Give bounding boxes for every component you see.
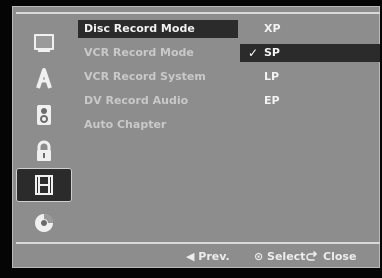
menu-item-vcr-record-system[interactable]: VCR Record System (78, 68, 238, 86)
sidebar-item-monitor[interactable] (16, 26, 72, 60)
close-label: Close (323, 250, 357, 263)
menu-item-disc-record-mode[interactable]: Disc Record Mode (78, 20, 238, 38)
disc-record-mode-options: XP ✓ SP LP EP (240, 18, 380, 242)
option-label: EP (264, 94, 280, 107)
menu-item-auto-chapter[interactable]: Auto Chapter (78, 116, 238, 134)
close-return-icon (306, 251, 317, 261)
option-label: LP (264, 70, 280, 83)
sidebar-item-disc[interactable] (16, 206, 72, 240)
sidebar (16, 18, 74, 240)
speaker-icon (37, 105, 51, 125)
bottom-divider (16, 242, 380, 244)
menu-item-vcr-record-mode[interactable]: VCR Record Mode (78, 44, 238, 62)
film-icon (35, 175, 53, 195)
disc-icon (35, 214, 53, 232)
sidebar-item-audio[interactable] (16, 98, 72, 132)
menu-item-dv-record-audio[interactable]: DV Record Audio (78, 92, 238, 110)
option-label: XP (264, 22, 281, 35)
sidebar-item-film[interactable] (16, 168, 72, 202)
top-divider (16, 12, 380, 14)
record-settings-menu: Disc Record Mode VCR Record Mode VCR Rec… (78, 18, 238, 242)
select-control[interactable]: ⊙ Select (254, 248, 305, 266)
checkmark-icon: ✓ (247, 46, 259, 60)
sidebar-item-language[interactable] (16, 62, 72, 96)
option-label: SP (264, 46, 280, 59)
sidebar-item-lock[interactable] (16, 134, 72, 168)
language-icon (36, 68, 52, 89)
option-ep[interactable]: EP (240, 92, 380, 110)
option-lp[interactable]: LP (240, 68, 380, 86)
footer-controls: ◀ Prev. ⊙ Select Close (16, 246, 380, 268)
close-control[interactable]: Close (306, 248, 357, 266)
prev-control[interactable]: ◀ Prev. (186, 248, 230, 266)
option-sp[interactable]: ✓ SP (240, 44, 380, 62)
lock-icon (37, 140, 51, 161)
dvd-setup-screen: Disc Record Mode VCR Record Mode VCR Rec… (0, 0, 382, 278)
monitor-icon (34, 34, 54, 52)
option-xp[interactable]: XP (240, 20, 380, 38)
